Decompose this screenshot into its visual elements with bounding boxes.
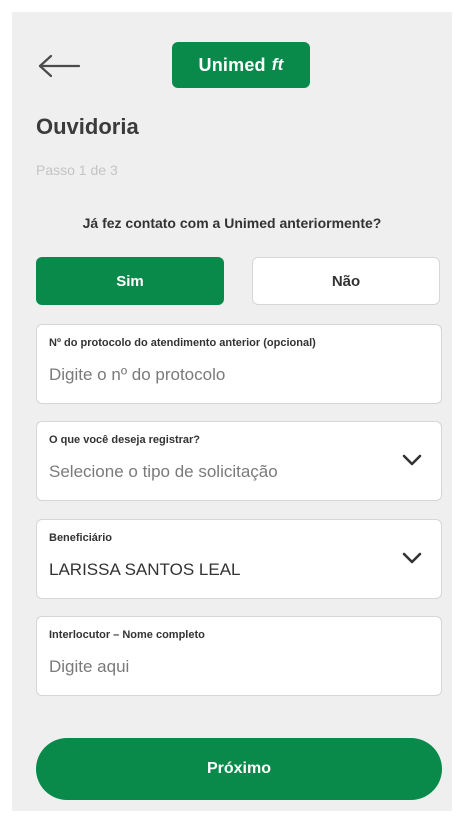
request-type-label: O que você deseja registrar? (49, 434, 201, 446)
protocol-field[interactable]: Nº do protocolo do atendimento anterior … (36, 324, 442, 404)
contact-question: Já fez contato com a Unimed anteriorment… (82, 215, 382, 231)
chevron-down-icon (402, 454, 422, 466)
back-button[interactable] (36, 48, 82, 84)
option-no-button[interactable]: Não (252, 257, 440, 305)
interlocutor-input[interactable]: Digite aqui (49, 657, 129, 677)
logo-mark-icon: ft (271, 55, 284, 74)
chevron-down-icon (402, 552, 422, 564)
page-title: Ouvidoria (36, 114, 139, 139)
option-yes-button[interactable]: Sim (36, 257, 224, 305)
beneficiary-value: LARISSA SANTOS LEAL (49, 560, 241, 579)
step-indicator: Passo 1 de 3 (36, 162, 118, 178)
logo-text: Unimed (198, 54, 266, 75)
protocol-label: Nº do protocolo do atendimento anterior … (49, 337, 316, 349)
interlocutor-field[interactable]: Interlocutor – Nome completo Digite aqui (36, 616, 442, 696)
beneficiary-select[interactable]: Beneficiário LARISSA SANTOS LEAL (36, 519, 442, 599)
beneficiary-label: Beneficiário (49, 532, 112, 544)
protocol-input[interactable]: Digite o nº do protocolo (49, 365, 225, 385)
arrow-left-icon (38, 54, 81, 78)
next-button[interactable]: Próximo (36, 738, 442, 800)
interlocutor-label: Interlocutor – Nome completo (49, 629, 205, 641)
app-screen: Unimed ft Ouvidoria Passo 1 de 3 Já fez … (12, 12, 452, 811)
request-type-value: Selecione o tipo de solicitação (49, 462, 278, 481)
request-type-select[interactable]: O que você deseja registrar? Selecione o… (36, 421, 442, 501)
unimed-logo: Unimed ft (172, 42, 310, 88)
